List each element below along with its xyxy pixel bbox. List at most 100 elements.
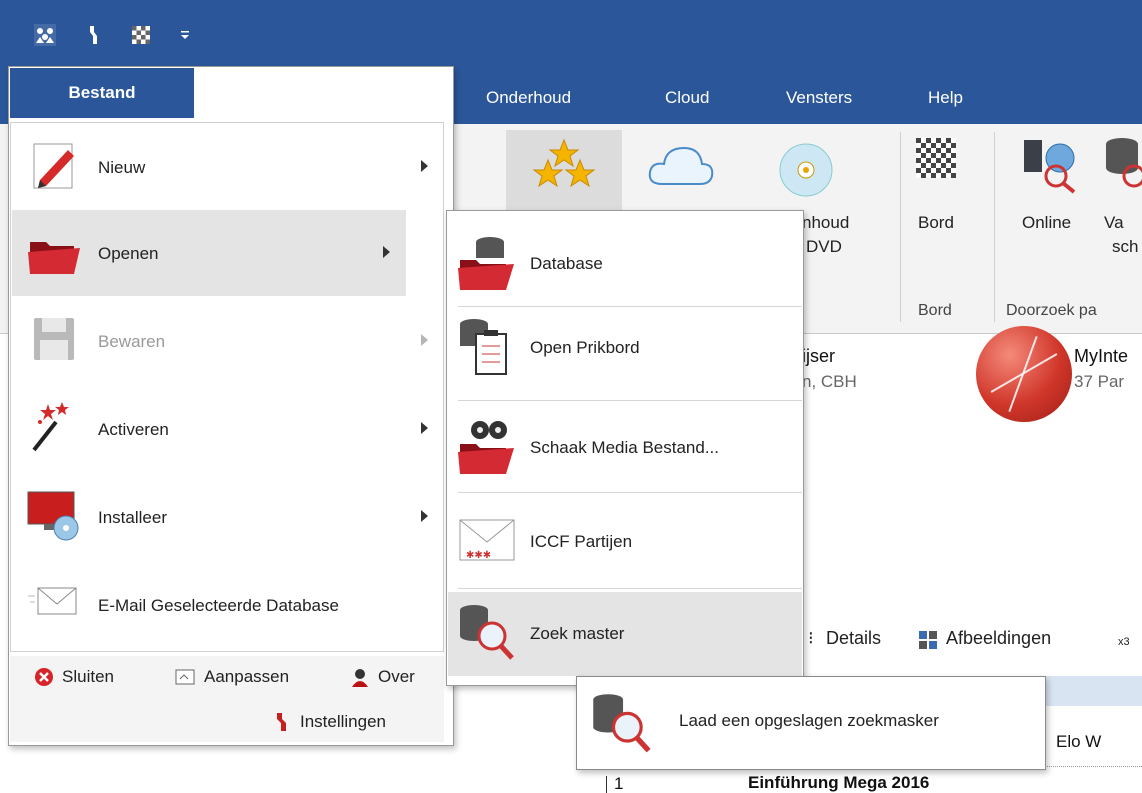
submenu-separator — [458, 492, 802, 493]
tab-vensters[interactable]: Vensters — [786, 88, 852, 108]
menu-item-nieuw[interactable]: Nieuw — [12, 124, 444, 210]
online-search-icon[interactable] — [1020, 136, 1080, 200]
column-header-elo[interactable]: Elo W — [1056, 732, 1101, 752]
menu-item-label: Nieuw — [98, 158, 146, 177]
customize-label: Aanpassen — [204, 667, 290, 686]
save-icon — [34, 318, 74, 360]
clipboard-database-icon — [460, 319, 507, 375]
row-number: 1 — [614, 774, 624, 793]
submenu-separator — [458, 400, 802, 401]
dvd-icon[interactable] — [776, 140, 836, 204]
email-icon — [28, 587, 77, 615]
ribbon-label-online[interactable]: Online — [1022, 212, 1071, 234]
submenu-item-open-prikbord[interactable]: Open Prikbord — [448, 308, 802, 392]
tooltip-text: Laad een opgeslagen zoekmasker — [679, 711, 939, 730]
ribbon-separator — [994, 132, 995, 322]
menu-item-openen[interactable]: Openen — [12, 210, 406, 296]
menu-item-label: Installeer — [98, 508, 167, 527]
images-icon — [918, 630, 938, 655]
menu-item-label: Bewaren — [98, 332, 166, 351]
database-name[interactable]: MyInte — [1074, 346, 1128, 367]
row-game-title[interactable]: Einführung Mega 2016 — [748, 773, 929, 793]
submenu-separator — [458, 306, 802, 307]
submenu-separator — [458, 588, 802, 589]
menu-item-label: Activeren — [98, 420, 169, 439]
details-icon: ⁝ — [808, 628, 814, 648]
ribbon-group-doorzoek: Doorzoek pa — [1006, 302, 1097, 319]
close-icon — [35, 668, 53, 686]
menu-item-activeren[interactable]: Activeren — [12, 386, 444, 472]
title-bar — [0, 0, 1142, 66]
players-icon[interactable] — [34, 24, 56, 46]
wrench-icon — [277, 713, 286, 731]
cloud-icon[interactable] — [646, 140, 716, 194]
install-icon — [27, 491, 79, 541]
tab-help[interactable]: Help — [928, 88, 963, 108]
view-images-button[interactable]: Afbeeldingen — [946, 628, 1051, 649]
submenu-arrow-icon — [421, 334, 428, 346]
submenu-item-label: Open Prikbord — [530, 338, 640, 357]
database-name[interactable]: ijser — [802, 346, 835, 367]
submenu-arrow-icon — [421, 510, 428, 522]
submenu-item-label: Schaak Media Bestand... — [530, 438, 720, 457]
submenu-arrow-icon — [421, 160, 428, 172]
database-folder-icon — [458, 237, 514, 290]
board-icon[interactable] — [916, 138, 956, 182]
submenu-item-label: Database — [530, 254, 603, 273]
svg-text:✱✱✱: ✱✱✱ — [466, 550, 491, 561]
database-subtitle: 37 Par — [1074, 372, 1125, 391]
ribbon-label-inhoud: nhoud — [802, 213, 850, 232]
chessboard-icon[interactable] — [130, 24, 152, 46]
customize-icon[interactable] — [174, 24, 196, 46]
ribbon-label-sch: sch — [1112, 237, 1139, 256]
tooltip: Laad een opgeslagen zoekmasker — [576, 676, 1046, 770]
submenu-item-zoek-master[interactable]: Zoek master — [448, 592, 802, 676]
tab-cloud[interactable]: Cloud — [665, 88, 709, 108]
row-marker — [606, 776, 607, 793]
globe-icon[interactable] — [976, 326, 1072, 422]
ribbon-selected-button[interactable] — [506, 130, 622, 210]
menu-item-installeer[interactable]: Installeer — [12, 474, 444, 560]
close-button[interactable]: Sluiten — [34, 667, 114, 687]
settings-button[interactable]: Instellingen — [274, 711, 386, 733]
stars-icon — [532, 138, 596, 188]
new-document-icon — [33, 143, 74, 189]
ribbon-group-bord: Bord — [918, 302, 952, 319]
ribbon-label-bord[interactable]: Bord — [918, 212, 954, 234]
menu-item-bewaren[interactable]: Bewaren — [12, 298, 444, 384]
about-button[interactable]: Over — [350, 667, 415, 687]
submenu-item-label: Zoek master — [530, 624, 625, 643]
ribbon-label-dvd: DVD — [806, 237, 842, 256]
about-icon — [352, 669, 368, 687]
table-header-bar — [1044, 676, 1142, 706]
submenu-arrow-icon — [421, 422, 428, 434]
menu-item-label: Openen — [98, 244, 159, 263]
close-label: Sluiten — [62, 667, 114, 686]
submenu-item-iccf-partijen[interactable]: ✱✱✱ ICCF Partijen — [448, 498, 802, 582]
media-folder-icon — [458, 421, 514, 474]
wrench-icon[interactable] — [84, 24, 106, 46]
settings-label: Instellingen — [300, 712, 387, 731]
customize-button[interactable]: Aanpassen — [174, 667, 289, 687]
about-label: Over — [378, 667, 415, 686]
magic-wand-icon — [32, 402, 69, 452]
submenu-item-database[interactable]: Database — [448, 220, 802, 304]
tab-bestand[interactable]: Bestand — [10, 68, 194, 118]
open-folder-icon — [28, 242, 80, 274]
ribbon-label-vast[interactable]: Va — [1104, 212, 1124, 234]
submenu-arrow-icon — [383, 246, 390, 258]
submenu-item-label: ICCF Partijen — [530, 532, 633, 551]
customize-icon — [175, 669, 195, 685]
search-database-icon — [460, 605, 514, 660]
ribbon-separator — [900, 132, 901, 322]
database-subtitle: n, CBH — [802, 372, 857, 391]
zoom-label[interactable]: x3 — [1118, 636, 1130, 648]
menu-item-email-database[interactable]: E-Mail Geselecteerde Database — [12, 562, 444, 648]
submenu-item-schaak-media[interactable]: Schaak Media Bestand... — [448, 404, 802, 488]
iccf-mail-icon: ✱✱✱ — [459, 519, 515, 561]
search-database-icon — [593, 694, 651, 753]
view-details-button[interactable]: Details — [826, 628, 881, 649]
tab-onderhoud[interactable]: Onderhoud — [486, 88, 571, 108]
menu-item-label: E-Mail Geselecteerde Database — [98, 596, 339, 615]
database-search-icon[interactable] — [1104, 136, 1142, 200]
